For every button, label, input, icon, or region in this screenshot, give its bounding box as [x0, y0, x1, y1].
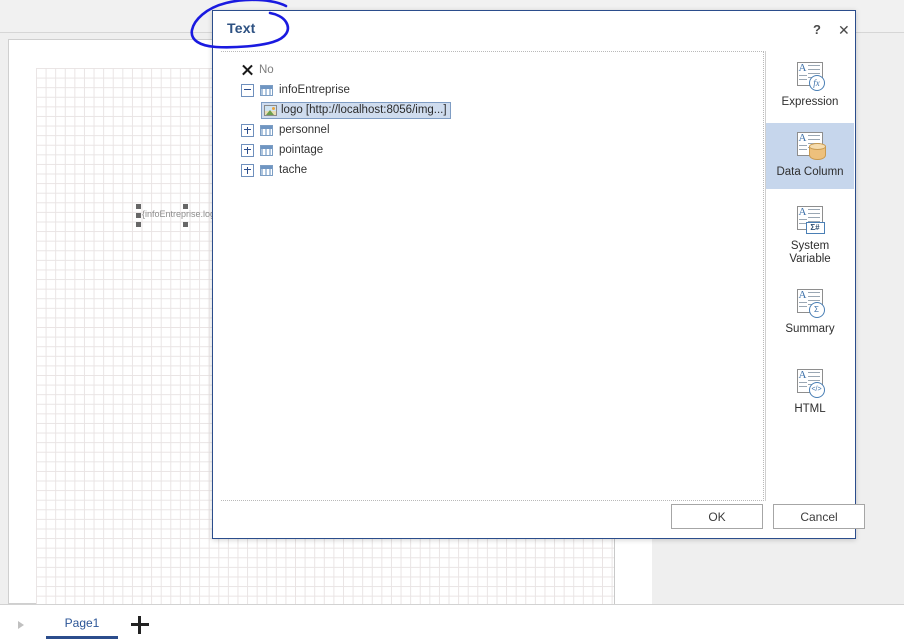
resize-handle-bottom-right[interactable]	[183, 222, 188, 227]
dialog-title: Text	[227, 20, 256, 36]
help-icon[interactable]: ?	[807, 19, 827, 39]
data-column-icon: A	[795, 131, 826, 162]
resize-handle-top-right[interactable]	[183, 204, 188, 209]
expression-icon: A fx	[795, 61, 826, 92]
resize-handle-top-left[interactable]	[136, 204, 141, 209]
expand-icon-personnel[interactable]	[241, 123, 254, 137]
tree-item-infoentreprise[interactable]: infoEntreprise	[221, 80, 763, 100]
selected-text-element-label: {infoEntreprise.logo}	[142, 209, 224, 219]
tree-item-personnel[interactable]: personnel	[221, 120, 763, 140]
tree-item-logo-label: logo [http://localhost:8056/img...]	[281, 104, 447, 116]
tree-item-personnel-label: personnel	[279, 124, 330, 136]
page-tab-label: Page1	[64, 615, 100, 630]
summary-icon: A Σ	[795, 288, 826, 319]
table-icon	[260, 144, 273, 156]
text-field-dialog: Text ? ✕ No infoEntreprise logo [http://…	[212, 10, 865, 539]
page-scroll-arrow-icon[interactable]	[18, 621, 24, 629]
table-icon	[260, 84, 273, 96]
dialog-footer: OK Cancel	[213, 504, 865, 538]
selected-text-element[interactable]: {infoEntreprise.logo}	[136, 204, 223, 227]
image-column-icon	[264, 104, 277, 116]
rail-item-data-column[interactable]: A Data Column	[766, 123, 854, 189]
cross-icon	[241, 64, 253, 76]
table-icon	[260, 164, 273, 176]
page-tab-bar: Page1	[0, 604, 904, 640]
collapse-icon-infoentreprise[interactable]	[241, 83, 254, 97]
tree-item-tache[interactable]: tache	[221, 160, 763, 180]
data-source-tree: No infoEntreprise logo [http://localhost…	[221, 60, 763, 180]
rail-item-expression[interactable]: A fx Expression	[766, 55, 854, 115]
tree-item-no[interactable]: No	[221, 60, 763, 80]
expand-icon-tache[interactable]	[241, 163, 254, 177]
cancel-button[interactable]: Cancel	[773, 504, 865, 529]
rail-item-html[interactable]: A </> HTML	[766, 362, 854, 422]
page-tab-page1[interactable]: Page1	[46, 609, 118, 639]
rail-item-system-variable-label-line1: System	[790, 240, 830, 252]
dialog-body: No infoEntreprise logo [http://localhost…	[213, 45, 855, 504]
database-icon	[808, 143, 826, 161]
rail-item-html-label: HTML	[794, 403, 826, 415]
tree-item-logo-selection[interactable]: logo [http://localhost:8056/img...]	[261, 101, 451, 119]
tree-item-pointage-label: pointage	[279, 144, 324, 156]
rail-item-system-variable-label-line2: Variable	[789, 253, 831, 265]
data-source-tree-panel[interactable]: No infoEntreprise logo [http://localhost…	[221, 51, 764, 501]
tree-item-pointage[interactable]: pointage	[221, 140, 763, 160]
resize-handle-middle-left[interactable]	[136, 213, 141, 218]
tree-item-infoentreprise-label: infoEntreprise	[279, 84, 350, 96]
tree-item-tache-label: tache	[279, 164, 308, 176]
dialog-title-bar: Text ? ✕	[213, 11, 855, 45]
rail-item-data-column-label: Data Column	[776, 166, 844, 178]
field-type-rail: A fx Expression A Data Column A Σ# Syste…	[765, 51, 855, 501]
add-page-icon[interactable]	[131, 616, 149, 634]
system-variable-icon: A Σ#	[795, 205, 826, 236]
tree-item-logo[interactable]: logo [http://localhost:8056/img...]	[221, 100, 763, 120]
expand-icon-pointage[interactable]	[241, 143, 254, 157]
html-icon: A </>	[795, 368, 826, 399]
rail-item-expression-label: Expression	[781, 96, 839, 108]
ok-button[interactable]: OK	[671, 504, 763, 529]
rail-item-summary[interactable]: A Σ Summary	[766, 282, 854, 342]
rail-item-summary-label: Summary	[785, 323, 835, 335]
resize-handle-bottom-left[interactable]	[136, 222, 141, 227]
table-icon	[260, 124, 273, 136]
rail-item-system-variable[interactable]: A Σ# System Variable	[766, 199, 854, 272]
tree-item-no-label: No	[259, 64, 274, 76]
close-icon[interactable]: ✕	[832, 19, 852, 39]
report-designer-window: {infoEntreprise.logo} Page1 Text ? ✕ No …	[0, 0, 904, 640]
